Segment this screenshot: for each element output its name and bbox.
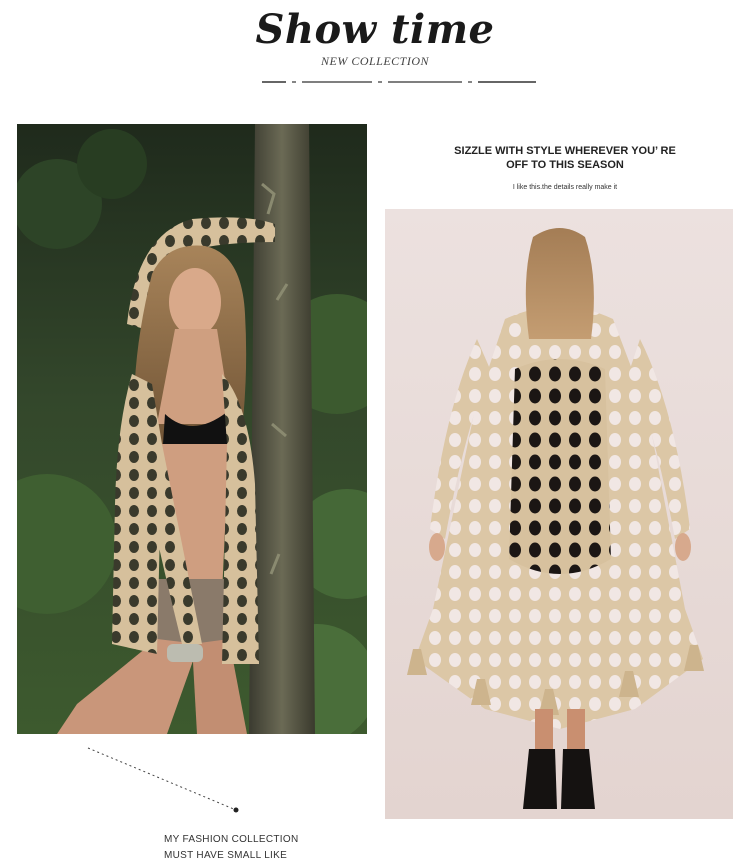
dotted-pointer-line bbox=[87, 747, 239, 813]
promo-headline-line1: SIZZLE WITH STYLE WHEREVER YOU’ RE bbox=[454, 145, 676, 157]
page-subtitle: NEW COLLECTION bbox=[320, 54, 430, 68]
title-divider bbox=[262, 81, 536, 83]
model-back-view-photo bbox=[385, 209, 733, 819]
page-title: Show time bbox=[255, 6, 495, 53]
promo-tagline: I like this.the details really make it bbox=[512, 184, 618, 191]
caption-line1: MY FASHION COLLECTION bbox=[164, 834, 299, 845]
promo-headline: SIZZLE WITH STYLE WHEREVER YOU’ RE OFF T… bbox=[430, 144, 700, 172]
model-forest-photo bbox=[17, 124, 367, 734]
collection-caption: MY FASHION COLLECTION MUST HAVE SMALL LI… bbox=[164, 832, 298, 864]
promo-headline-line2: OFF TO THIS SEASON bbox=[506, 159, 624, 171]
